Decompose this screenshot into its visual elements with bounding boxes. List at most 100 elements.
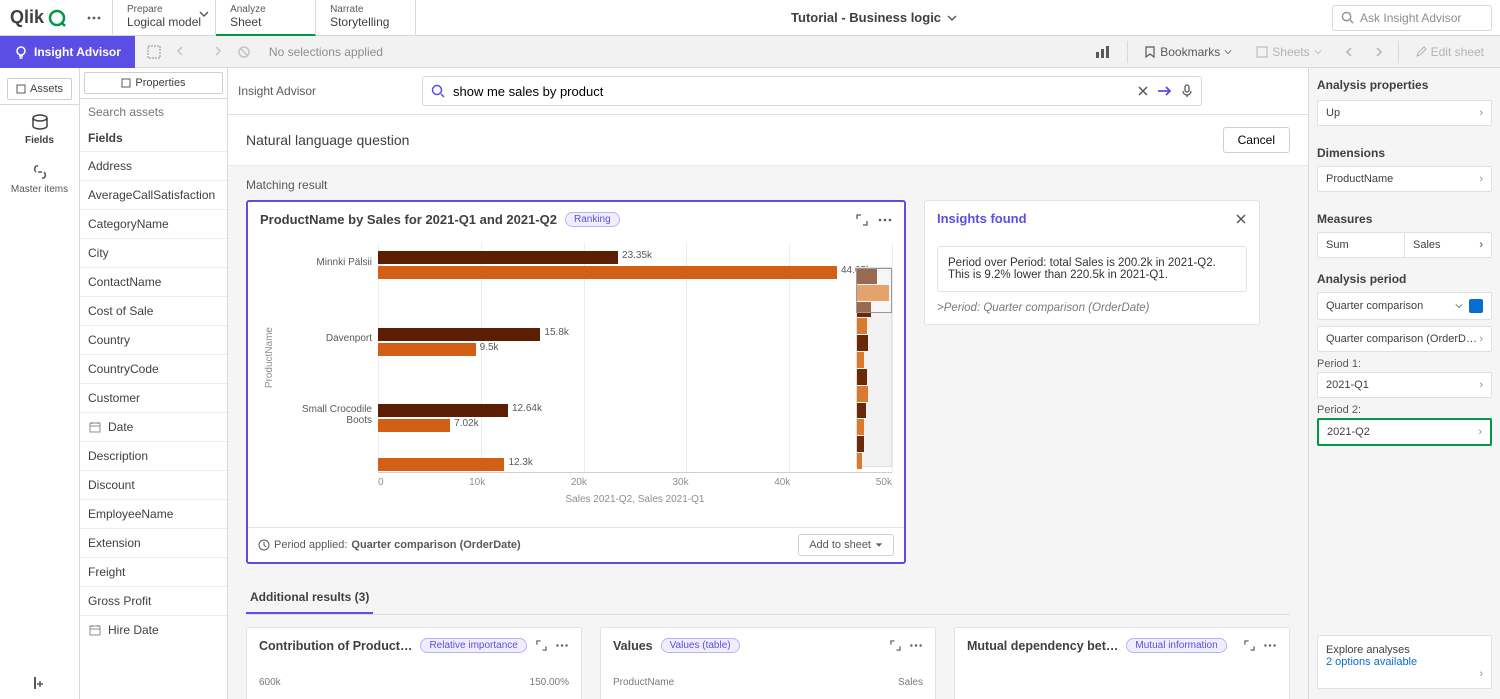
expand-icon[interactable] [536, 640, 547, 651]
checkbox-on-icon[interactable] [1469, 299, 1483, 313]
field-city[interactable]: City [80, 238, 227, 267]
field-customer[interactable]: Customer [80, 383, 227, 412]
app-title[interactable]: Tutorial - Business logic [791, 10, 957, 25]
sheets-button[interactable]: Sheets [1248, 41, 1329, 63]
pencil-icon [1415, 46, 1427, 58]
assets-toggle[interactable]: Assets [7, 78, 72, 100]
field-country[interactable]: Country [80, 325, 227, 354]
fields-search[interactable] [80, 99, 227, 125]
rp-options-link[interactable]: 2 options available [1326, 656, 1483, 668]
field-label: Cost of Sale [88, 304, 153, 318]
ask-insight-placeholder: Ask Insight Advisor [1360, 11, 1461, 25]
topbar: Qlik Prepare Logical model Analyze Sheet… [0, 0, 1500, 36]
mini-card[interactable]: Contribution of Product…Relative importa… [246, 627, 582, 699]
field-address[interactable]: Address [80, 151, 227, 180]
next-sheet-button[interactable] [1368, 41, 1390, 63]
rp-measure[interactable]: Sales› [1404, 232, 1492, 258]
rp-period-detail[interactable]: Quarter comparison (OrderD…› [1317, 326, 1492, 352]
expand-icon[interactable] [856, 214, 868, 226]
more-icon[interactable] [909, 640, 923, 651]
rp-explore[interactable]: Explore analyses 2 options available › [1317, 635, 1492, 689]
field-discount[interactable]: Discount [80, 470, 227, 499]
rp-dimension-value[interactable]: ProductName› [1317, 166, 1492, 192]
rail-master-items[interactable]: Master items [0, 154, 79, 203]
expand-icon[interactable] [890, 640, 901, 651]
canvas-body[interactable]: Matching result ProductName by Sales for… [228, 166, 1308, 699]
chevron-right-icon: › [1479, 107, 1483, 119]
field-categoryname[interactable]: CategoryName [80, 209, 227, 238]
step-back-icon[interactable] [175, 43, 193, 61]
field-contactname[interactable]: ContactName [80, 267, 227, 296]
mini-card[interactable]: Mutual dependency bet…Mutual information [954, 627, 1290, 699]
more-icon[interactable] [555, 640, 569, 651]
bookmarks-button[interactable]: Bookmarks [1136, 41, 1240, 63]
cancel-button[interactable]: Cancel [1223, 127, 1290, 153]
chart-categories: Minnki PälsiiDavenportSmall Crocodile Bo… [278, 243, 378, 473]
field-countrycode[interactable]: CountryCode [80, 354, 227, 383]
microphone-icon[interactable] [1181, 84, 1193, 98]
smart-search-icon[interactable] [145, 43, 163, 61]
nlq-input[interactable] [453, 84, 1129, 99]
rp-period-toggle[interactable]: Quarter comparison [1317, 292, 1492, 320]
canvas-top: Insight Advisor [228, 68, 1308, 115]
expand-icon[interactable] [1244, 640, 1255, 651]
ask-insight-input[interactable]: Ask Insight Advisor [1332, 5, 1492, 31]
bookmark-icon [1144, 46, 1156, 58]
close-icon[interactable] [1235, 213, 1247, 225]
caret-down-icon [875, 541, 883, 549]
chart-area[interactable]: ProductName Minnki PälsiiDavenportSmall … [248, 237, 904, 527]
selection-bar: Insight Advisor No selections applied Bo… [0, 36, 1500, 68]
submit-icon[interactable] [1157, 85, 1173, 97]
clear-selections-icon[interactable] [235, 43, 253, 61]
more-menu-icon[interactable] [76, 0, 112, 36]
more-icon[interactable] [1263, 640, 1277, 651]
chart-options-icon[interactable] [1087, 40, 1119, 64]
properties-toggle[interactable]: Properties [84, 72, 223, 94]
tab-prepare-head: Prepare [127, 4, 201, 15]
rp-p2-select[interactable]: 2021-Q2› [1317, 418, 1492, 446]
chart-xlabel: Sales 2021-Q2, Sales 2021-Q1 [378, 494, 892, 505]
step-forward-icon[interactable] [205, 43, 223, 61]
rail-add-button[interactable] [24, 667, 56, 699]
more-icon[interactable] [878, 214, 892, 226]
field-date[interactable]: Date [80, 412, 227, 441]
clear-icon[interactable] [1137, 85, 1149, 97]
chevron-down-icon [947, 13, 957, 23]
mini-card[interactable]: ValuesValues (table)ProductNameSales [600, 627, 936, 699]
chevron-down-icon [1455, 302, 1463, 310]
field-hire-date[interactable]: Hire Date [80, 615, 227, 644]
field-description[interactable]: Description [80, 441, 227, 470]
field-cost-of-sale[interactable]: Cost of Sale [80, 296, 227, 325]
insight-advisor-label: Insight Advisor [34, 45, 121, 59]
prev-sheet-button[interactable] [1338, 41, 1360, 63]
field-extension[interactable]: Extension [80, 528, 227, 557]
period-applied-label: Period applied: [274, 539, 347, 551]
chart-minimap[interactable] [856, 267, 892, 467]
rp-p1-select[interactable]: 2021-Q1› [1317, 372, 1492, 398]
field-gross-profit[interactable]: Gross Profit [80, 586, 227, 615]
rp-p2-label: Period 2: [1317, 404, 1492, 416]
rp-up[interactable]: Up› [1317, 100, 1492, 126]
add-to-sheet-button[interactable]: Add to sheet [798, 534, 894, 556]
field-averagecallsatisfaction[interactable]: AverageCallSatisfaction [80, 180, 227, 209]
field-employeename[interactable]: EmployeeName [80, 499, 227, 528]
fields-list[interactable]: AddressAverageCallSatisfactionCategoryNa… [80, 151, 227, 699]
rp-dimensions: Dimensions [1317, 146, 1492, 160]
rp-agg[interactable]: Sum [1317, 232, 1404, 258]
edit-sheet-button[interactable]: Edit sheet [1407, 41, 1492, 63]
tab-prepare-main: Logical model [127, 15, 201, 29]
search-assets-input[interactable] [88, 105, 219, 119]
insights-title: Insights found [937, 211, 1027, 226]
insight-advisor-button[interactable]: Insight Advisor [0, 36, 135, 68]
tab-narrate[interactable]: Narrate Storytelling [316, 0, 416, 36]
tab-analyze[interactable]: Analyze Sheet [216, 0, 316, 36]
rail-fields[interactable]: Fields [0, 105, 79, 154]
chevron-right-icon: › [1479, 173, 1483, 185]
rp-period-title: Analysis period [1317, 272, 1406, 286]
tab-prepare[interactable]: Prepare Logical model [112, 0, 216, 36]
additional-tab[interactable]: Additional results (3) [246, 582, 373, 614]
field-freight[interactable]: Freight [80, 557, 227, 586]
search-icon [1341, 11, 1354, 24]
tab-narrate-main: Storytelling [330, 15, 401, 29]
chevron-down-icon[interactable] [199, 9, 209, 19]
